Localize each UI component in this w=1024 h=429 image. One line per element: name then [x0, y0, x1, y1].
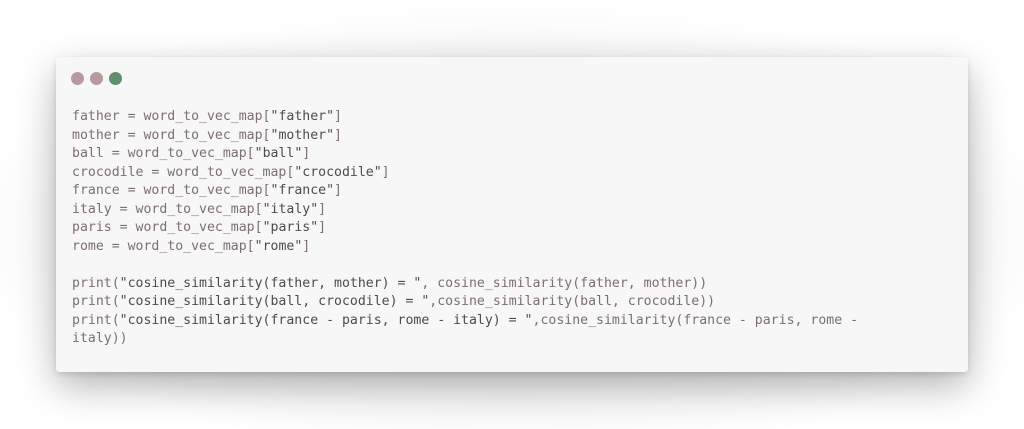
code-line: paris = word_to_vec_map["paris"]: [72, 220, 327, 235]
code-line: print("cosine_similarity(father, mother)…: [72, 275, 708, 291]
close-dot[interactable]: [71, 72, 84, 85]
code-block: father = word_to_vec_map["father"]mother…: [72, 108, 956, 349]
maximize-dot[interactable]: [109, 72, 122, 85]
code-line: rome = word_to_vec_map["rome"]: [72, 238, 311, 254]
minimize-dot[interactable]: [90, 72, 103, 85]
window-controls: [71, 72, 122, 85]
code-window: father = word_to_vec_map["father"]mother…: [56, 57, 968, 372]
code-line: print("cosine_similarity(ball, crocodile…: [72, 294, 716, 309]
code-line: france = word_to_vec_map["france"]: [72, 183, 342, 198]
code-line: father = word_to_vec_map["father"]: [72, 109, 342, 124]
code-line: italy)): [72, 331, 128, 346]
code-line: crocodile = word_to_vec_map["crocodile"]: [72, 164, 390, 180]
code-line: italy = word_to_vec_map["italy"]: [72, 201, 327, 217]
code-line: mother = word_to_vec_map["mother"]: [72, 127, 342, 143]
code-line: ball = word_to_vec_map["ball"]: [72, 146, 311, 161]
code-line: print("cosine_similarity(france - paris,…: [72, 312, 859, 328]
